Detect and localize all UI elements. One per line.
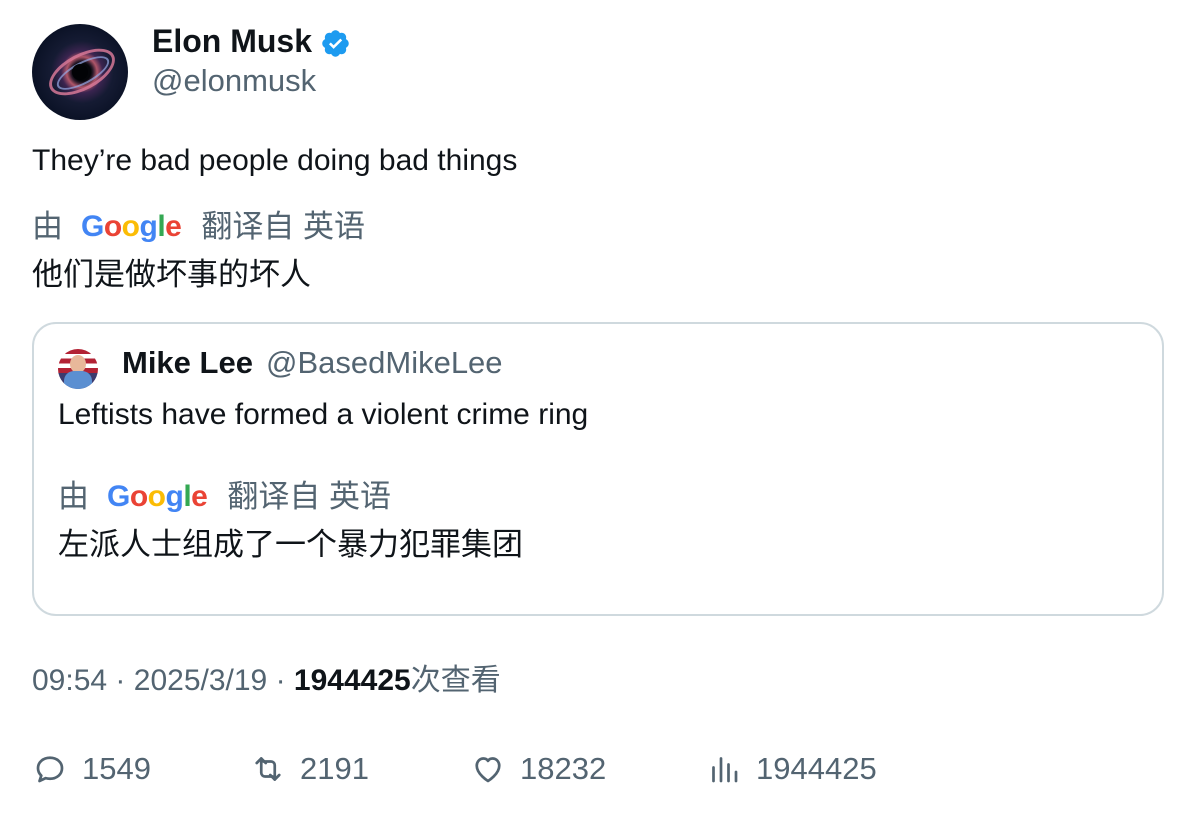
like-button[interactable]: 18232 [470,750,606,788]
verified-badge-icon [322,30,349,57]
repost-button[interactable]: 2191 [250,750,369,788]
author-handle[interactable]: @elonmusk [152,62,316,100]
google-logo: Google [81,210,182,243]
repost-count: 2191 [300,751,369,786]
quoted-author-handle[interactable]: @BasedMikeLee [266,344,503,382]
like-count: 18232 [520,751,607,786]
avatar-body [64,371,92,389]
google-logo: Google [107,480,208,513]
meta-separator: · [275,664,286,697]
avatar-core [72,64,88,80]
heart-icon [475,757,501,783]
author-avatar[interactable] [32,24,128,120]
reply-count: 1549 [82,751,151,786]
translation-by-label: 由 [32,209,63,244]
views-count: 1944425 [293,664,411,697]
views-button[interactable]: 1944425 [706,750,877,788]
tweet-meta: 09:54 · 2025/3/19 · 1944425次查看 [32,662,501,700]
analytics-icon [712,757,738,783]
quoted-translation-attribution: 由 Google 翻译自 英语 [58,478,391,516]
views-label: 次查看 [410,664,501,697]
repost-icon [255,757,281,781]
views-action-count: 1944425 [756,751,877,786]
quoted-translation-source-label[interactable]: 翻译自 英语 [227,478,391,516]
quoted-tweet-text: Leftists have formed a violent crime rin… [58,398,589,431]
quoted-author-name[interactable]: Mike Lee [122,344,253,382]
tweet-date[interactable]: 2025/3/19 [134,664,267,697]
quoted-author-avatar[interactable] [58,349,98,389]
quoted-tweet-card[interactable]: Mike Lee @BasedMikeLee Leftists have for… [32,322,1164,616]
tweet-text: They’re bad people doing bad things [32,144,518,177]
reply-icon [36,756,64,783]
translation-attribution: 由 Google 翻译自 英语 [32,208,365,246]
quoted-translation-text: 左派人士组成了一个暴力犯罪集团 [58,527,523,562]
quoted-translation-by-label: 由 [58,479,89,514]
tweet-time[interactable]: 09:54 [32,664,107,697]
meta-separator: · [115,664,126,697]
translation-text: 他们是做坏事的坏人 [32,257,311,292]
translation-source-label[interactable]: 翻译自 英语 [201,208,365,246]
reply-button[interactable]: 1549 [32,750,151,788]
author-name[interactable]: Elon Musk [152,22,312,60]
